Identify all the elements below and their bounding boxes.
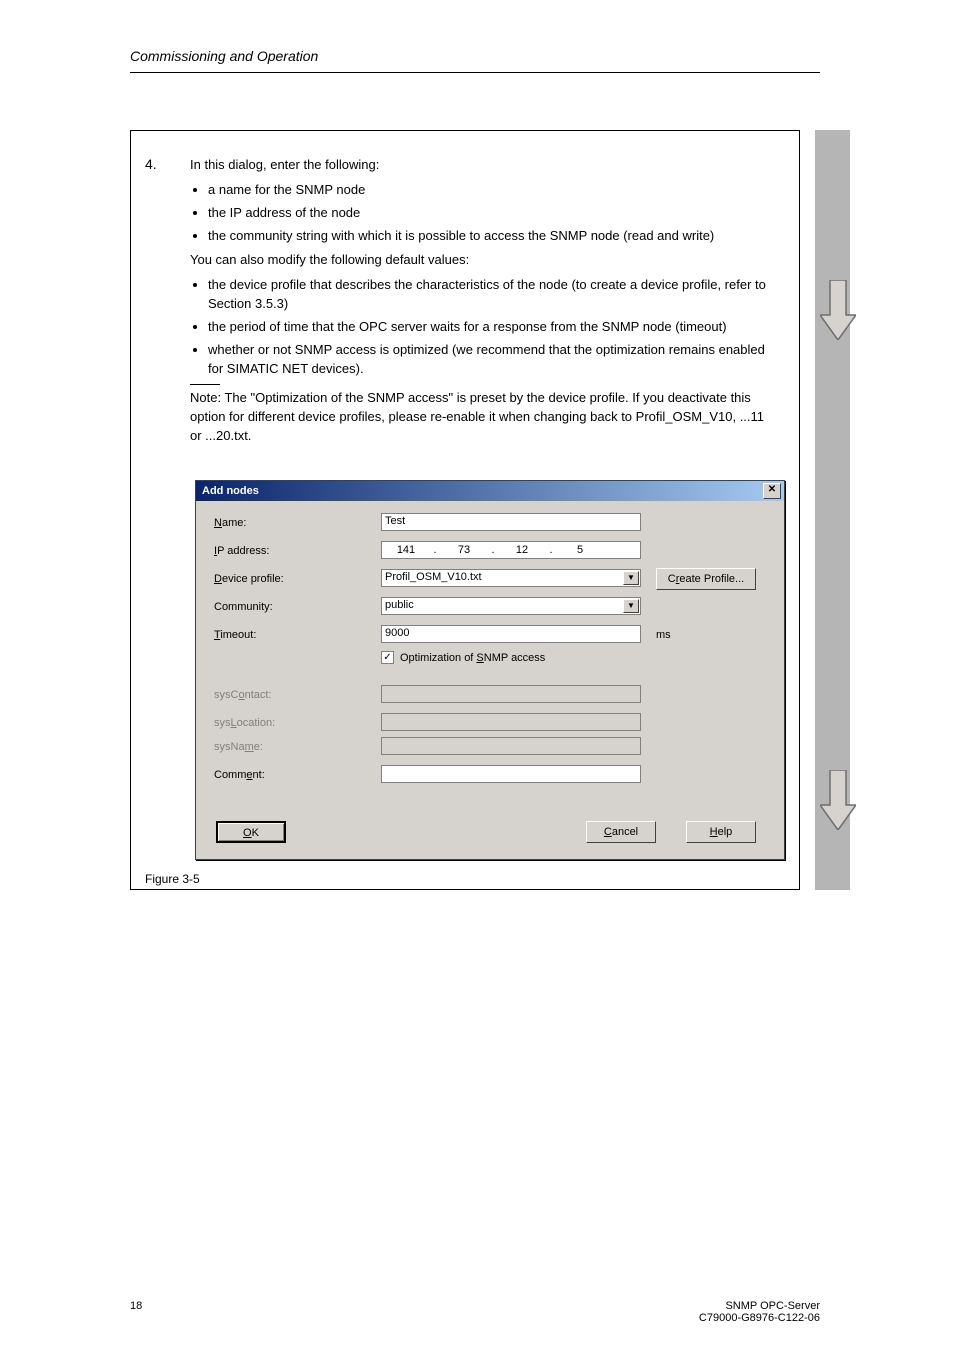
label-name: Name:	[214, 517, 246, 529]
profile-value: Profil_OSM_V10.txt	[385, 571, 482, 583]
step-note: Note: The "Optimization of the SNMP acce…	[190, 389, 770, 446]
chevron-down-icon[interactable]: ▼	[623, 599, 639, 613]
community-value: public	[385, 599, 414, 611]
ip-oct-2[interactable]: 73	[440, 544, 488, 556]
optimize-label: Optimization of SNMP access	[400, 652, 545, 664]
dialog-titlebar[interactable]: Add nodes ✕	[196, 481, 784, 501]
bullet-a3: the community string with which it is po…	[208, 227, 770, 246]
bullet-a2: the IP address of the node	[208, 204, 770, 223]
running-header: Commissioning and Operation	[130, 48, 318, 64]
label-profile: Device profile:	[214, 573, 284, 585]
sysname-field	[381, 737, 641, 755]
label-timeout: Timeout:	[214, 629, 256, 641]
name-field[interactable]: Test	[381, 513, 641, 531]
header-rule	[130, 72, 820, 73]
ip-oct-4[interactable]: 5	[556, 544, 604, 556]
label-ip: IP address:	[214, 545, 269, 557]
ip-field[interactable]: 141. 73. 12. 5	[381, 541, 641, 559]
bullet-b2: the period of time that the OPC server w…	[208, 318, 770, 337]
optimize-checkbox[interactable]: ✓	[381, 651, 394, 664]
close-icon[interactable]: ✕	[763, 483, 781, 499]
cancel-button[interactable]: Cancel	[586, 821, 656, 843]
page: Commissioning and Operation 4. In this d…	[0, 0, 954, 1351]
bullet-b3: whether or not SNMP access is optimized …	[208, 341, 770, 379]
timeout-field[interactable]: 9000	[381, 625, 641, 643]
figure-caption: Figure 3-5	[145, 872, 200, 886]
comment-field[interactable]	[381, 765, 641, 783]
footer-title: SNMP OPC-Server	[725, 1300, 820, 1312]
bullet-list-a: a name for the SNMP node the IP address …	[190, 181, 770, 246]
label-community: Community:	[214, 601, 273, 613]
chevron-down-icon[interactable]: ▼	[623, 571, 639, 585]
arrow-down-icon	[820, 770, 850, 830]
step-body: In this dialog, enter the following: a n…	[190, 156, 770, 446]
syscontact-field	[381, 685, 641, 703]
page-number: 18	[130, 1300, 142, 1324]
syslocation-field	[381, 713, 641, 731]
label-syscontact: sysContact:	[214, 689, 271, 701]
ok-button[interactable]: OK	[216, 821, 286, 843]
profile-combo[interactable]: Profil_OSM_V10.txt ▼	[381, 569, 641, 587]
arrow-down-icon	[820, 280, 850, 340]
step-number: 4.	[145, 156, 157, 172]
step-intro: In this dialog, enter the following:	[190, 156, 770, 175]
bullet-b1: the device profile that describes the ch…	[208, 276, 770, 314]
label-comment: Comment:	[214, 769, 265, 781]
step-then: You can also modify the following defaul…	[190, 251, 770, 270]
timeout-unit: ms	[656, 629, 671, 641]
label-sysname: sysName:	[214, 741, 263, 753]
ip-oct-3[interactable]: 12	[498, 544, 546, 556]
create-profile-button[interactable]: Create Profile...	[656, 568, 756, 590]
page-footer: 18 SNMP OPC-Server C79000-G8976-C122-06	[130, 1300, 820, 1324]
help-button[interactable]: Help	[686, 821, 756, 843]
dialog-title: Add nodes	[202, 485, 259, 497]
community-combo[interactable]: public ▼	[381, 597, 641, 615]
bullet-a1: a name for the SNMP node	[208, 181, 770, 200]
note-rule	[190, 384, 220, 385]
footer-docid: C79000-G8976-C122-06	[699, 1312, 820, 1324]
bullet-list-b: the device profile that describes the ch…	[190, 276, 770, 378]
add-nodes-dialog: Add nodes ✕ Name: Test IP address: 141. …	[195, 480, 785, 860]
label-syslocation: sysLocation:	[214, 717, 275, 729]
ip-oct-1[interactable]: 141	[382, 544, 430, 556]
